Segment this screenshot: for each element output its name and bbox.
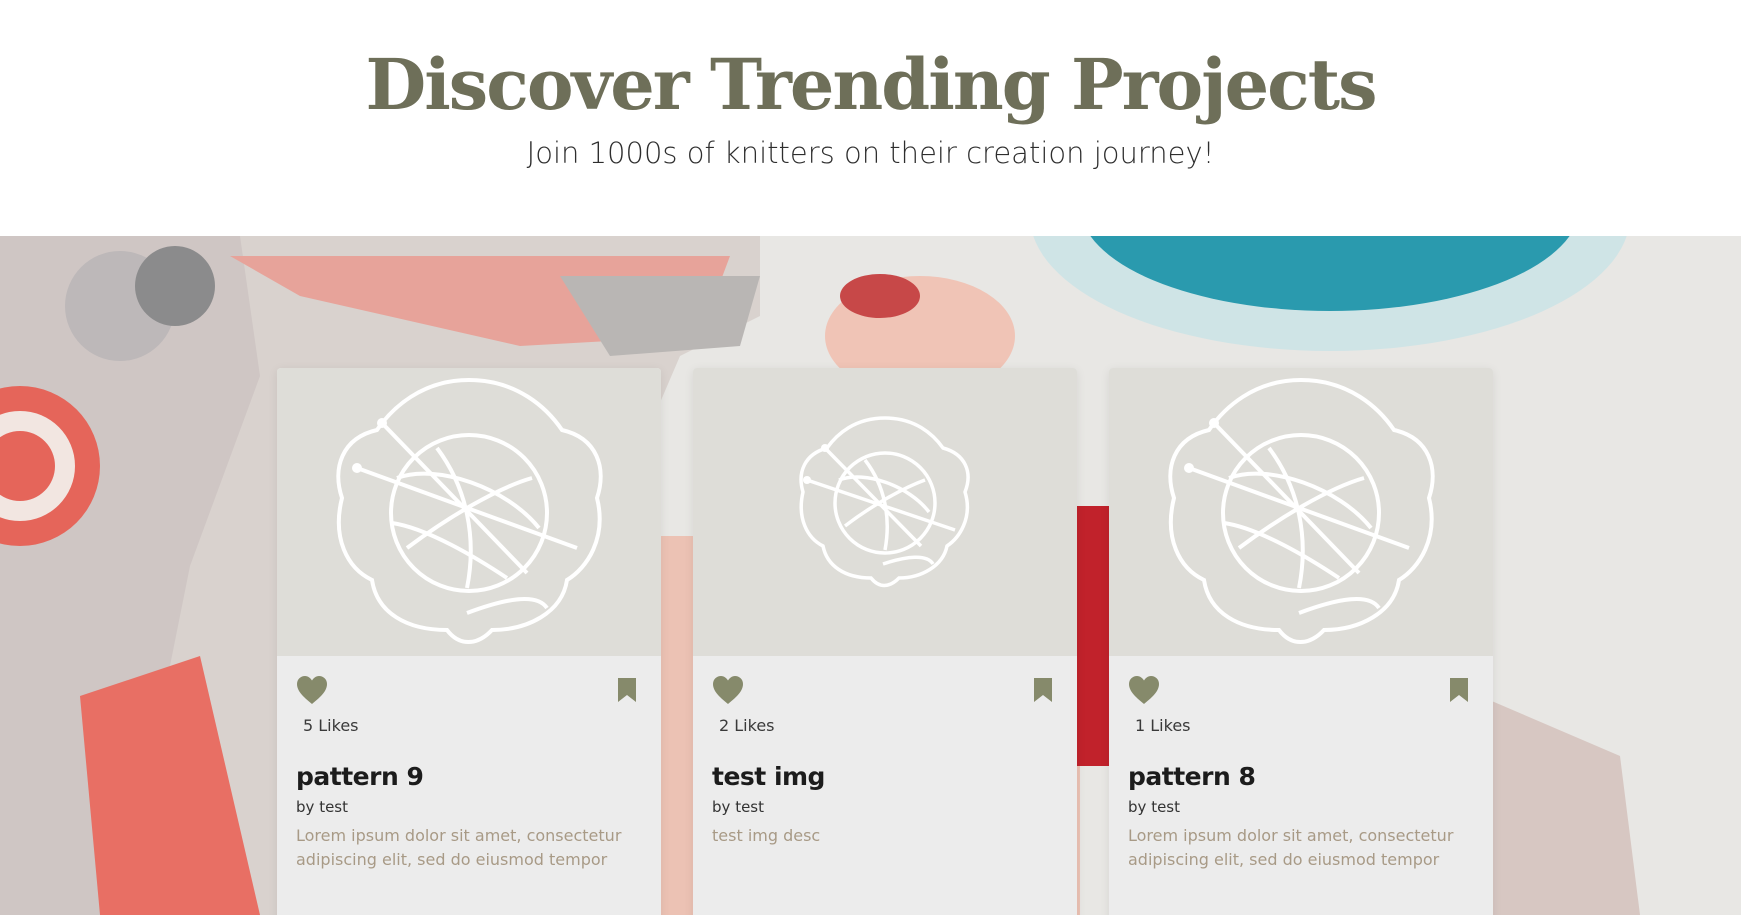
author-link[interactable]: test xyxy=(735,798,764,816)
project-image[interactable] xyxy=(1109,368,1493,656)
bookmark-icon[interactable] xyxy=(615,676,639,704)
author-link[interactable]: test xyxy=(319,798,348,816)
project-title[interactable]: test img xyxy=(712,762,825,791)
project-description: test img desc xyxy=(712,826,821,845)
page-title: Discover Trending Projects xyxy=(365,43,1378,126)
project-card[interactable]: 2 Likes test img by test test img desc xyxy=(693,368,1077,915)
author-link[interactable]: test xyxy=(1151,798,1180,816)
project-author: by test xyxy=(1128,798,1180,816)
project-description: Lorem ipsum dolor sit amet, consectetur … xyxy=(1128,826,1454,869)
yarn-ball-icon xyxy=(336,377,603,644)
page-subtitle: Join 1000s of knitters on their creation… xyxy=(526,136,1215,170)
project-card[interactable]: 5 Likes pattern 9 by test Lorem ipsum do… xyxy=(277,368,661,915)
likes-count: 5 Likes xyxy=(303,716,359,735)
bookmark-icon[interactable] xyxy=(1031,676,1055,704)
likes-count: 2 Likes xyxy=(719,716,775,735)
by-label: by xyxy=(712,798,731,816)
project-image[interactable] xyxy=(277,368,661,656)
yarn-ball-icon xyxy=(799,416,970,588)
heart-icon[interactable] xyxy=(711,674,745,706)
bookmark-icon[interactable] xyxy=(1447,676,1471,704)
heart-icon[interactable] xyxy=(1127,674,1161,706)
project-card[interactable]: 1 Likes pattern 8 by test Lorem ipsum do… xyxy=(1109,368,1493,915)
yarn-ball-icon xyxy=(1168,377,1435,644)
project-author: by test xyxy=(296,798,348,816)
likes-count: 1 Likes xyxy=(1135,716,1191,735)
by-label: by xyxy=(1128,798,1147,816)
project-image[interactable] xyxy=(693,368,1077,656)
heart-icon[interactable] xyxy=(295,674,329,706)
project-title[interactable]: pattern 9 xyxy=(296,762,424,791)
by-label: by xyxy=(296,798,315,816)
project-author: by test xyxy=(712,798,764,816)
hero-header: Discover Trending Projects Join 1000s of… xyxy=(0,0,1741,236)
project-description: Lorem ipsum dolor sit amet, consectetur … xyxy=(296,826,622,869)
project-title[interactable]: pattern 8 xyxy=(1128,762,1256,791)
